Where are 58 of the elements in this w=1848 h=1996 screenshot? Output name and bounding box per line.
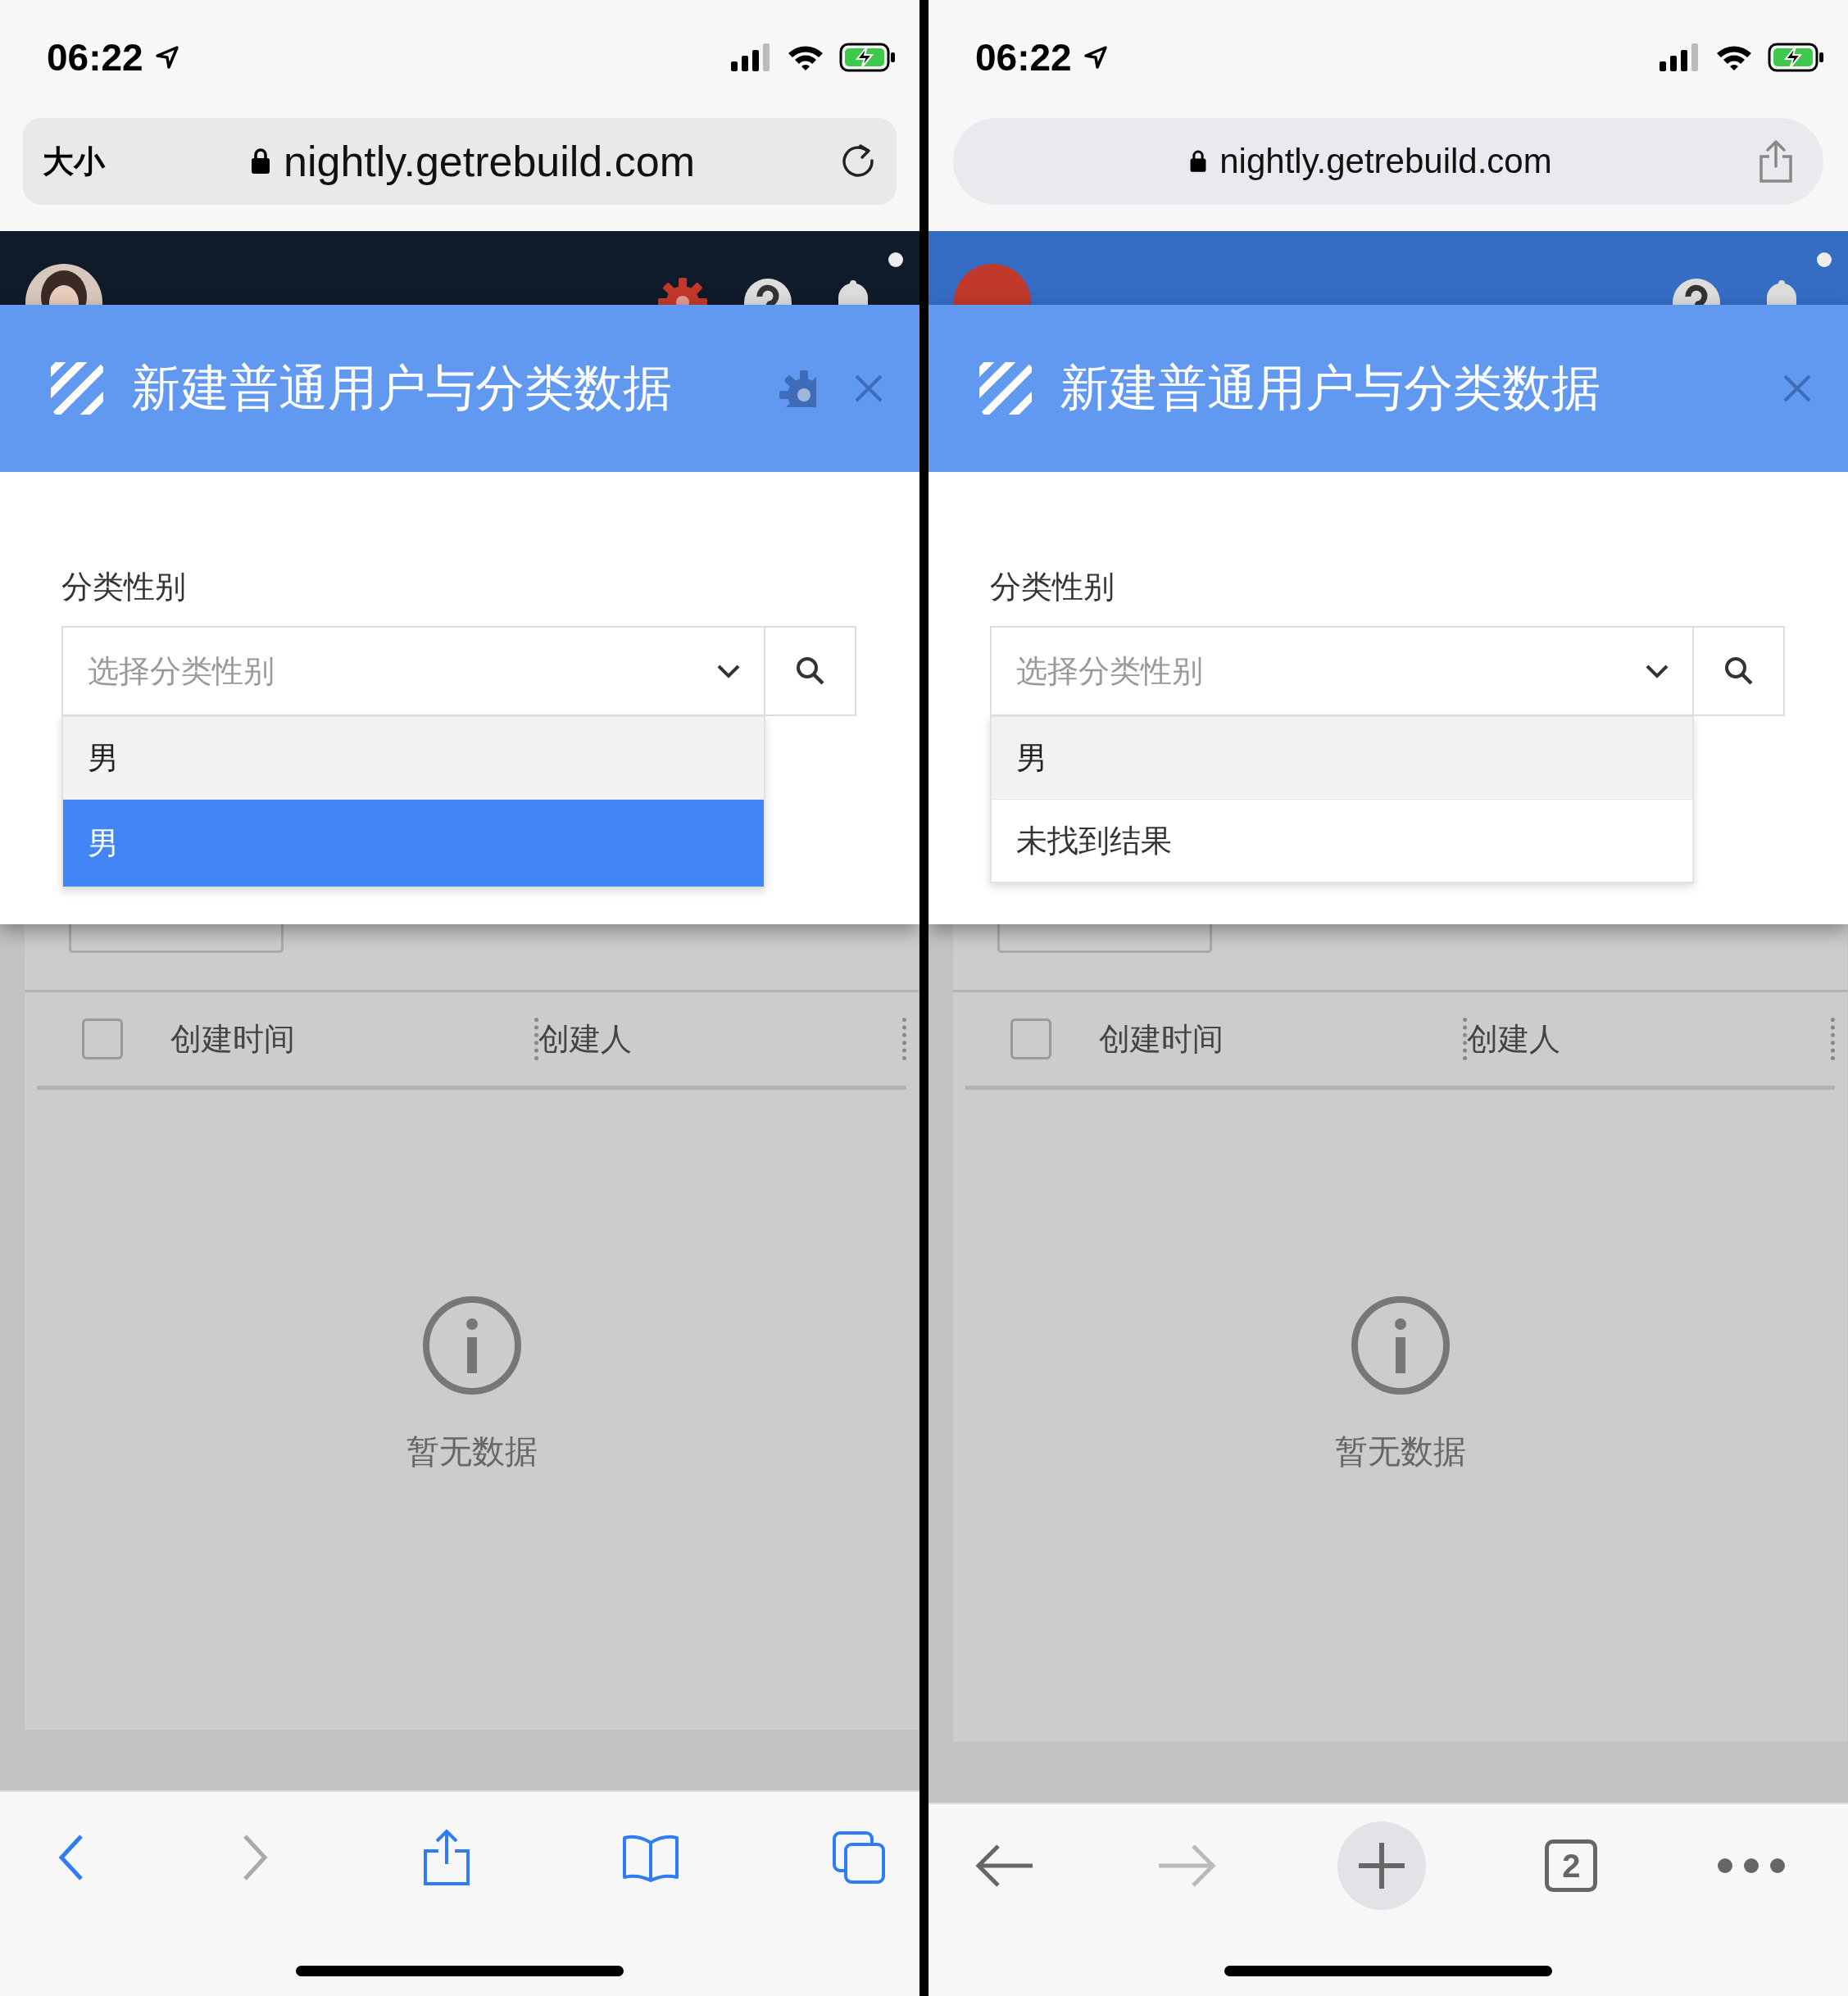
dropdown-option[interactable]: 男 — [63, 799, 764, 887]
notification-dot — [1817, 252, 1832, 267]
column-header[interactable]: 创建人 — [1467, 1018, 1560, 1060]
column-resize-handle[interactable] — [534, 1018, 538, 1060]
search-button[interactable] — [1694, 626, 1785, 716]
modal-title: 新建普通用户与分类数据 — [1060, 357, 1601, 418]
more-icon[interactable] — [1717, 1858, 1786, 1874]
column-header[interactable]: 创建人 — [538, 1018, 632, 1060]
notification-dot — [888, 252, 903, 267]
search-icon — [1723, 656, 1754, 686]
modal-title: 新建普通用户与分类数据 — [131, 357, 672, 418]
new-tab-icon[interactable] — [1337, 1821, 1426, 1910]
select-placeholder: 选择分类性别 — [1016, 651, 1203, 691]
address-bar[interactable]: nightly.getrebuild.com — [953, 118, 1823, 205]
striped-logo-icon — [979, 362, 1032, 415]
location-arrow-icon — [154, 45, 179, 70]
field-label: 分类性别 — [990, 568, 1115, 606]
dropdown-option[interactable]: 男 — [992, 716, 1692, 799]
select-all-checkbox[interactable] — [1010, 1018, 1051, 1059]
status-time: 06:22 — [47, 35, 143, 79]
search-icon — [795, 656, 825, 686]
column-header[interactable]: 创建时间 — [170, 1018, 295, 1060]
tabs-icon[interactable] — [831, 1830, 887, 1885]
wifi-icon — [1715, 43, 1753, 71]
select-all-checkbox[interactable] — [82, 1018, 123, 1059]
text-size-button[interactable]: 大小 — [43, 140, 105, 183]
column-header[interactable]: 创建时间 — [1099, 1018, 1224, 1060]
select-placeholder: 选择分类性别 — [88, 651, 275, 691]
field-label: 分类性别 — [61, 568, 187, 606]
share-icon[interactable] — [1758, 138, 1794, 184]
empty-state-text: 暂无数据 — [406, 1431, 538, 1472]
column-resize-handle[interactable] — [1831, 1018, 1835, 1060]
status-time: 06:22 — [975, 35, 1072, 79]
lock-icon — [249, 147, 272, 175]
book-icon[interactable] — [621, 1833, 681, 1882]
info-icon — [420, 1295, 523, 1396]
column-resize-handle[interactable] — [902, 1018, 906, 1060]
battery-icon — [839, 43, 897, 72]
no-results-message: 未找到结果 — [992, 799, 1692, 882]
tab-count-button[interactable]: 2 — [1545, 1839, 1598, 1892]
dropdown-option[interactable]: 男 — [63, 716, 764, 799]
signal-icon — [1660, 43, 1700, 71]
settings-icon[interactable] — [779, 370, 816, 407]
column-resize-handle[interactable] — [1463, 1018, 1467, 1060]
chevron-down-icon — [1645, 664, 1669, 678]
info-icon — [1349, 1295, 1451, 1396]
battery-icon — [1768, 43, 1825, 72]
share-icon[interactable] — [421, 1828, 471, 1887]
url-text: nightly.getrebuild.com — [284, 137, 695, 186]
empty-state-text: 暂无数据 — [1334, 1431, 1466, 1472]
striped-logo-icon — [51, 362, 103, 415]
address-bar[interactable]: 大小 nightly.getrebuild.com — [23, 118, 897, 205]
wifi-icon — [787, 43, 824, 71]
url-text: nightly.getrebuild.com — [1219, 142, 1552, 181]
location-arrow-icon — [1083, 45, 1108, 70]
signal-icon — [731, 43, 772, 71]
search-button[interactable] — [765, 626, 856, 716]
chevron-down-icon — [716, 664, 741, 678]
